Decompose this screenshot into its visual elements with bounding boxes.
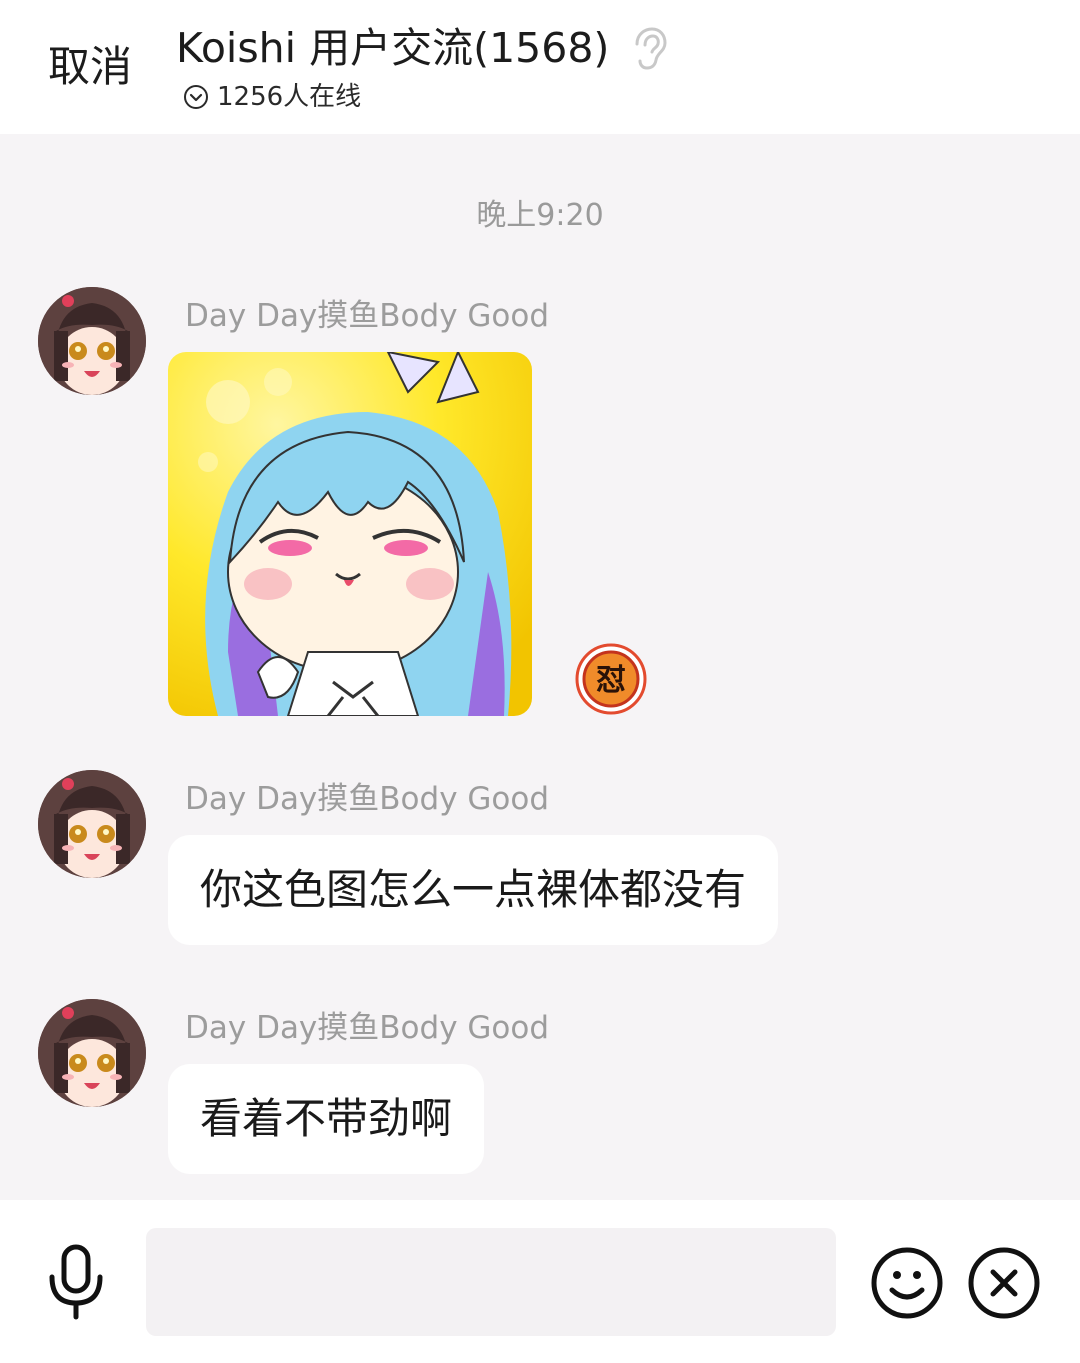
sticker-image[interactable] (168, 352, 532, 716)
chevron-circle-icon (184, 85, 208, 109)
cancel-button[interactable]: 取消 (48, 40, 132, 94)
smiley-icon[interactable] (870, 1246, 944, 1320)
online-status[interactable]: 1256人在线 (183, 80, 361, 114)
reaction-badge-icon[interactable]: 怼 (575, 643, 647, 715)
sender-name: Day Day摸鱼Body Good (185, 781, 550, 817)
avatar[interactable] (38, 287, 146, 395)
badge-label: 怼 (596, 663, 626, 698)
message-bubble[interactable]: 你这色图怎么一点裸体都没有 (168, 835, 779, 945)
close-circle-icon[interactable] (967, 1246, 1041, 1320)
title-area[interactable]: Koishi 用户交流(1568) (176, 22, 667, 74)
message-bubble[interactable]: 看着不带劲啊 (168, 1064, 485, 1174)
sender-name: Day Day摸鱼Body Good (185, 298, 550, 334)
sender-name: Day Day摸鱼Body Good (185, 1010, 550, 1046)
ear-icon[interactable] (627, 26, 667, 70)
message-timestamp: 晚上9:20 (476, 198, 604, 233)
chat-header: 取消 Koishi 用户交流(1568) 1256人在线 (0, 0, 1080, 134)
online-count: 1256人在线 (217, 82, 362, 112)
avatar[interactable] (38, 999, 146, 1107)
message-input[interactable] (146, 1228, 836, 1336)
avatar[interactable] (38, 770, 146, 878)
microphone-icon[interactable] (46, 1243, 106, 1321)
chat-title: Koishi 用户交流(1568) (176, 24, 610, 72)
